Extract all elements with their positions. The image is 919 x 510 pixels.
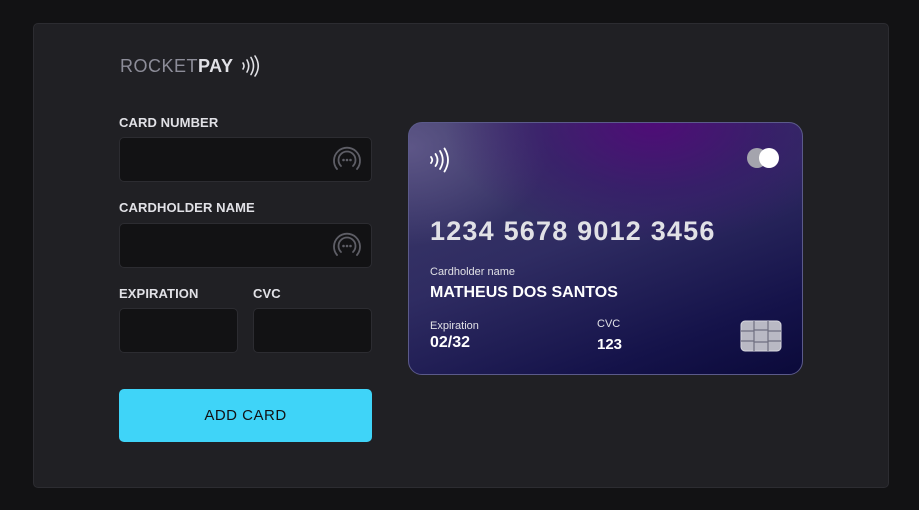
cvc-label: CVC — [253, 286, 281, 301]
card-number-label: CARD NUMBER — [119, 115, 219, 130]
expiration-display: 02/32 — [430, 334, 471, 351]
add-card-button[interactable]: ADD CARD — [119, 389, 372, 442]
rocketpay-logo: ROCKET PAY — [120, 55, 261, 77]
cvc-input[interactable] — [253, 308, 372, 353]
card-number-display: 1234 5678 9012 3456 — [430, 216, 716, 246]
mastercard-icon — [745, 147, 785, 169]
chip-icon — [740, 320, 782, 357]
expiration-label: EXPIRATION — [119, 286, 199, 301]
contactless-icon — [241, 55, 261, 77]
fingerprint-dots-icon — [330, 229, 364, 263]
cvc-display-label: CVC — [597, 318, 621, 330]
cardholder-name-display: MATHEUS DOS SANTOS — [430, 284, 618, 301]
cvc-display: 123 — [597, 336, 623, 353]
expiration-display-label: Expiration — [430, 320, 479, 332]
contactless-icon — [429, 147, 451, 178]
credit-card-preview: 1234 5678 9012 3456 Cardholder name MATH… — [408, 122, 803, 375]
logo-text-bold: PAY — [198, 55, 234, 76]
expiration-input[interactable] — [119, 308, 238, 353]
fingerprint-dots-icon — [330, 143, 364, 177]
cardholder-name-label: CARDHOLDER NAME — [119, 200, 255, 215]
logo-text-light: ROCKET — [120, 55, 199, 76]
cardholder-name-display-label: Cardholder name — [430, 266, 515, 278]
